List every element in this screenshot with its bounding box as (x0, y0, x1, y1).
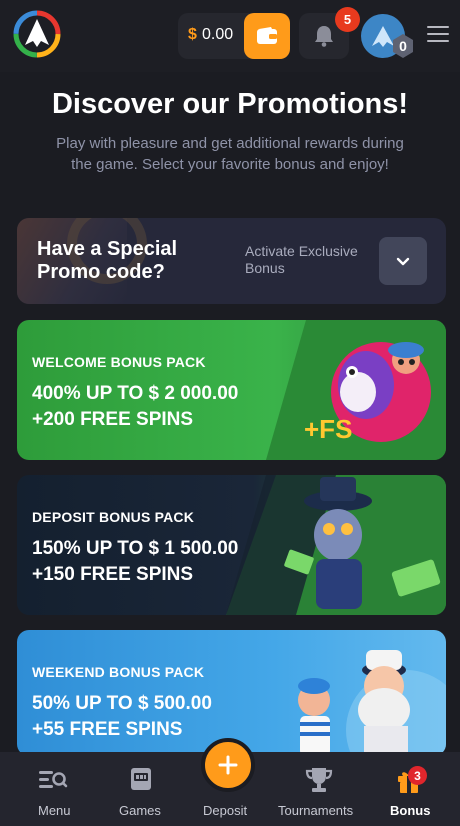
nav-tournaments[interactable]: Tournaments (276, 752, 362, 826)
welcome-bonus-line2: +200 FREE SPINS (32, 409, 194, 430)
deposit-bonus-label: DEPOSIT BONUS PACK (32, 509, 195, 525)
wallet-icon (257, 27, 277, 44)
balance-value: 0.00 (202, 26, 234, 43)
deposit-bonus-art (226, 475, 446, 615)
nav-deposit-label: Deposit (203, 803, 248, 818)
plus-icon (218, 755, 238, 775)
welcome-bonus-card[interactable]: +FS WELCOME BONUS PACK 400% UP TO $ 2 00… (17, 320, 446, 460)
nav-menu[interactable]: Menu (28, 752, 80, 826)
welcome-bonus-label: WELCOME BONUS PACK (32, 354, 206, 370)
bonus-count-badge: 3 (408, 766, 427, 785)
deposit-bonus-amount: 150% UP TO $ 1 500.00 +150 FREE SPINS (32, 536, 238, 588)
nav-games-label: Games (119, 803, 161, 818)
menu-icon[interactable] (427, 26, 449, 46)
weekend-bonus-card[interactable]: WEEKEND BONUS PACK 50% UP TO $ 500.00 +5… (17, 630, 446, 756)
nav-menu-label: Menu (38, 803, 71, 818)
weekend-bonus-line1: 50% UP TO $ 500.00 (32, 693, 212, 714)
free-spins-art-text: +FS (304, 414, 352, 444)
welcome-bonus-art: +FS (266, 320, 446, 460)
weekend-bonus-label: WEEKEND BONUS PACK (32, 664, 205, 680)
bell-icon (315, 26, 333, 47)
balance-display[interactable]: $ 0.00 (178, 13, 290, 59)
nav-bonus[interactable]: Bonus (386, 752, 436, 826)
logo-icon[interactable] (12, 9, 62, 59)
nav-bonus-label: Bonus (390, 803, 431, 818)
level-badge: 0 (390, 33, 416, 59)
weekend-bonus-amount: 50% UP TO $ 500.00 +55 FREE SPINS (32, 691, 212, 743)
balance-currency: $ (188, 26, 197, 43)
top-header: $ 0.00 5 0 (0, 0, 460, 72)
welcome-bonus-amount: 400% UP TO $ 2 000.00 +200 FREE SPINS (32, 381, 238, 433)
level-value: 0 (399, 38, 407, 54)
nav-games[interactable]: Games (114, 752, 170, 826)
notification-count-badge: 5 (335, 7, 360, 32)
deposit-bonus-line2: +150 FREE SPINS (32, 564, 194, 585)
nav-tournaments-label: Tournaments (278, 803, 354, 818)
weekend-bonus-art (298, 650, 446, 756)
wallet-button[interactable] (244, 13, 290, 59)
weekend-bonus-line2: +55 FREE SPINS (32, 719, 183, 740)
promo-expand-button[interactable] (379, 237, 427, 285)
page-title: Discover our Promotions! (51, 88, 409, 120)
chevron-down-icon (396, 257, 410, 265)
welcome-bonus-line1: 400% UP TO $ 2 000.00 (32, 383, 239, 404)
menu-search-icon (39, 771, 68, 788)
trophy-icon (305, 768, 333, 792)
deposit-bonus-line1: 150% UP TO $ 1 500.00 (32, 538, 239, 559)
deposit-button[interactable] (201, 738, 255, 792)
promo-code-panel[interactable]: Have a Special Promo code? Activate Excl… (17, 218, 446, 304)
page-subtitle: Play with pleasure and get additional re… (56, 135, 404, 173)
deposit-bonus-card[interactable]: DEPOSIT BONUS PACK 150% UP TO $ 1 500.00… (17, 475, 446, 615)
games-icon (131, 768, 151, 790)
promo-hint: Activate Exclusive Bonus (245, 243, 358, 276)
promo-title: Have a Special Promo code? (37, 238, 178, 283)
